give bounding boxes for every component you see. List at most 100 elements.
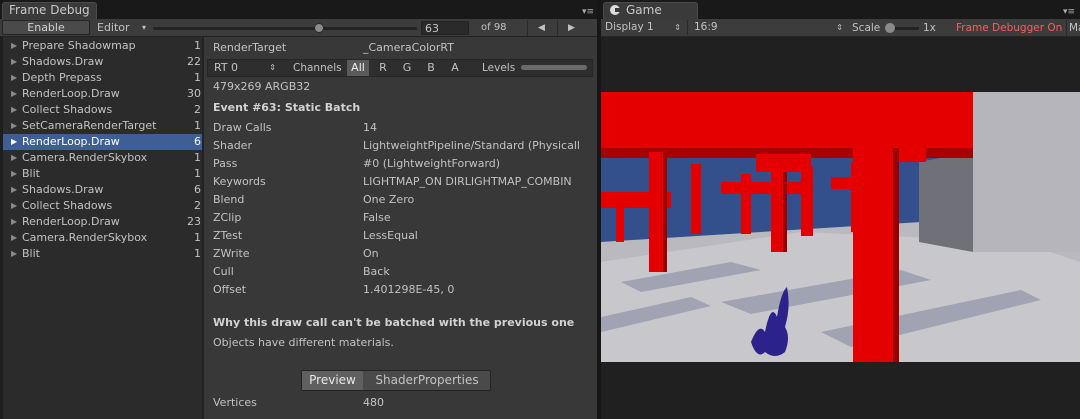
batch-answer: Objects have different materials.: [213, 336, 394, 349]
expand-arrow-icon[interactable]: ▶: [11, 230, 17, 246]
event-list-item[interactable]: ▶ RenderLoop.Draw 23: [3, 214, 205, 230]
channel-a-label: A: [451, 61, 459, 74]
expand-arrow-icon[interactable]: ▶: [11, 166, 17, 182]
event-list-item[interactable]: ▶ Prepare Shadowmap 1: [3, 38, 205, 54]
panel-menu-icon[interactable]: ▾≡: [582, 7, 594, 17]
enable-button[interactable]: Enable: [2, 20, 90, 35]
event-name: RenderLoop.Draw: [22, 87, 120, 100]
event-count: 1: [194, 151, 201, 164]
game-viewport[interactable]: [601, 92, 1080, 362]
expand-arrow-icon[interactable]: ▶: [11, 54, 17, 70]
scale-value: 1x: [923, 22, 936, 34]
expand-arrow-icon[interactable]: ▶: [11, 182, 17, 198]
maximize-on-play-button[interactable]: Ma: [1066, 20, 1080, 36]
tab-preview-label: Preview: [309, 373, 356, 387]
prev-arrow-icon: ◀: [538, 23, 545, 33]
event-list-item[interactable]: ▶ RenderLoop.Draw 30: [3, 86, 205, 102]
expand-arrow-icon[interactable]: ▶: [11, 102, 17, 118]
property-key: Shader: [213, 139, 252, 152]
editor-dropdown[interactable]: Editor ▾: [92, 20, 148, 35]
tab-game[interactable]: Game: [603, 2, 698, 19]
event-count: 30: [187, 87, 201, 100]
property-value: False: [363, 211, 391, 224]
event-count: 1: [194, 71, 201, 84]
expand-arrow-icon[interactable]: ▶: [11, 198, 17, 214]
property-value: LIGHTMAP_ON DIRLIGHTMAP_COMBIN: [363, 175, 572, 188]
expand-arrow-icon[interactable]: ▶: [11, 214, 17, 230]
event-list-item[interactable]: ▶ Blit 1: [3, 246, 205, 262]
scale-slider-thumb[interactable]: [885, 23, 895, 33]
editor-dropdown-label: Editor: [97, 21, 130, 34]
expand-arrow-icon[interactable]: ▶: [11, 134, 17, 150]
event-list-item[interactable]: ▶ RenderLoop.Draw 6: [3, 134, 205, 150]
property-key: ZClip: [213, 211, 242, 224]
scale-label: Scale: [852, 22, 881, 34]
event-count: 1: [194, 247, 201, 260]
rt-select[interactable]: RT 0 ⇕: [210, 61, 280, 75]
roof-beam: [601, 92, 973, 148]
expand-arrow-icon[interactable]: ▶: [11, 246, 17, 262]
property-value: Back: [363, 265, 390, 278]
property-value: #0 (LightweightForward): [363, 157, 501, 170]
event-count: 22: [187, 55, 201, 68]
event-list-item[interactable]: ▶ Depth Prepass 1: [3, 70, 205, 86]
next-frame-button[interactable]: ▶: [557, 20, 585, 36]
event-count: 6: [194, 183, 201, 196]
event-list-item[interactable]: ▶ Collect Shadows 2: [3, 198, 205, 214]
tab-shader-properties[interactable]: ShaderProperties: [364, 371, 490, 390]
frame-slider-track[interactable]: [153, 27, 417, 30]
event-title: Event #63: Static Batch: [213, 101, 361, 114]
frame-index-field[interactable]: 63: [421, 21, 469, 35]
frame-debugger-on-indicator: Frame Debugger On: [956, 22, 1063, 34]
property-value: One Zero: [363, 193, 415, 206]
property-key: Blend: [213, 193, 245, 206]
tab-frame-debug[interactable]: Frame Debug: [2, 2, 97, 19]
channel-all-button[interactable]: All: [347, 60, 369, 76]
next-arrow-icon: ▶: [568, 23, 575, 33]
event-list-item[interactable]: ▶ Camera.RenderSkybox 1: [3, 230, 205, 246]
property-key: Draw Calls: [213, 121, 272, 134]
event-list-item[interactable]: ▶ Collect Shadows 2: [3, 102, 205, 118]
event-name: SetCameraRenderTarget: [22, 119, 157, 132]
frame-total: of 98: [481, 22, 507, 33]
display-dropdown[interactable]: Display 1 ⇕: [601, 20, 685, 35]
event-name: Blit: [22, 247, 40, 260]
event-list-item[interactable]: ▶ Camera.RenderSkybox 1: [3, 150, 205, 166]
event-name: Depth Prepass: [22, 71, 102, 84]
channel-r-button[interactable]: R: [372, 60, 394, 76]
event-name: RenderLoop.Draw: [22, 135, 120, 148]
event-count: 23: [187, 215, 201, 228]
expand-arrow-icon[interactable]: ▶: [11, 86, 17, 102]
wall: [973, 92, 1080, 252]
wall-side: [919, 152, 973, 252]
frame-slider-thumb[interactable]: [314, 23, 324, 33]
property-key: Cull: [213, 265, 234, 278]
prev-frame-button[interactable]: ◀: [527, 20, 555, 36]
expand-arrow-icon[interactable]: ▶: [11, 70, 17, 86]
aspect-dropdown[interactable]: 16:9 ⇕: [687, 20, 847, 35]
event-name: Camera.RenderSkybox: [22, 151, 148, 164]
event-list-item[interactable]: ▶ Shadows.Draw 6: [3, 182, 205, 198]
channel-a-button[interactable]: A: [444, 60, 466, 76]
property-value: LessEqual: [363, 229, 418, 242]
channel-g-button[interactable]: G: [396, 60, 418, 76]
display-dropdown-label: Display 1: [605, 21, 654, 33]
event-list-item[interactable]: ▶ SetCameraRenderTarget 1: [3, 118, 205, 134]
game-pacman-icon: [610, 5, 621, 15]
render-target-label: RenderTarget: [213, 41, 287, 54]
expand-arrow-icon[interactable]: ▶: [11, 118, 17, 134]
event-list-item[interactable]: ▶ Blit 1: [3, 166, 205, 182]
levels-label: Levels: [482, 62, 516, 74]
game-menu-icon[interactable]: ▾≡: [1063, 7, 1075, 17]
channel-b-button[interactable]: B: [420, 60, 442, 76]
tab-preview[interactable]: Preview: [302, 371, 363, 390]
event-list-item[interactable]: ▶ Shadows.Draw 22: [3, 54, 205, 70]
event-count: 1: [194, 231, 201, 244]
expand-arrow-icon[interactable]: ▶: [11, 150, 17, 166]
levels-slider[interactable]: [521, 65, 587, 70]
event-name: Collect Shadows: [22, 103, 113, 116]
expand-arrow-icon[interactable]: ▶: [11, 38, 17, 54]
tab-game-label: Game: [626, 3, 662, 17]
enable-button-label: Enable: [27, 21, 65, 34]
frame-debug-toolbar: Enable Editor ▾ 63 of 98 ◀ ▶: [0, 19, 597, 37]
